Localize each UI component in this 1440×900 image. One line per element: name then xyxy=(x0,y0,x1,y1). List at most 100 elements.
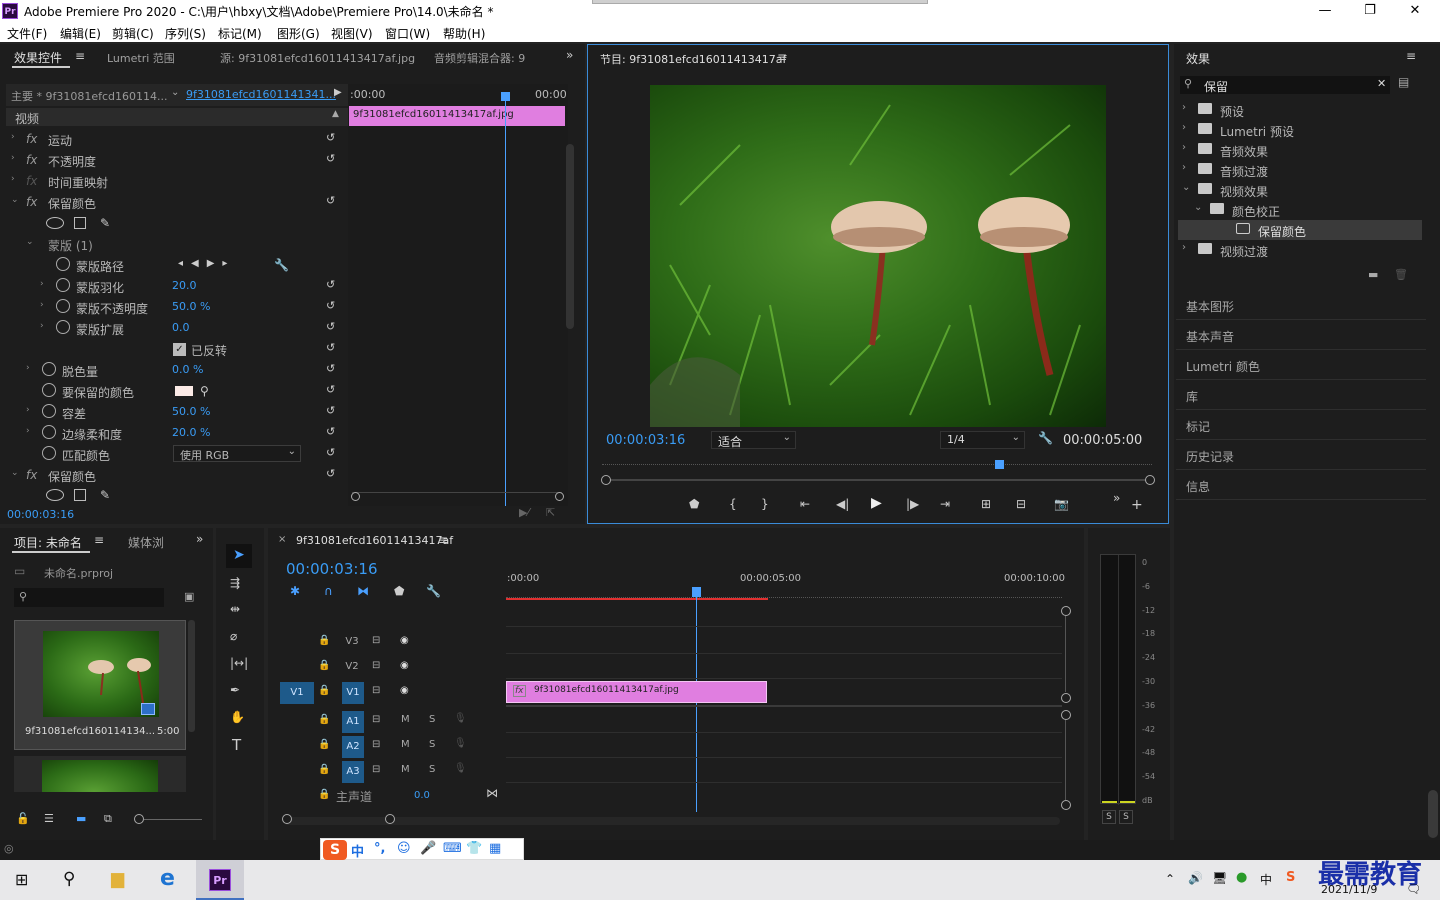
export-icon[interactable]: ⇱ xyxy=(546,506,555,519)
reset-icon[interactable]: ↺ xyxy=(326,467,340,481)
effects-menu-icon[interactable]: ≡ xyxy=(1406,49,1416,63)
effects-tree-item[interactable]: 保留颜色 xyxy=(1178,220,1422,240)
reset-icon[interactable]: ↺ xyxy=(326,362,340,376)
ime-item[interactable]: ⌨ xyxy=(443,841,462,856)
ec-zoom-bar[interactable] xyxy=(352,492,562,498)
effects-tree-item[interactable]: ⌄ 视频效果 xyxy=(1178,180,1422,200)
effects-search-input[interactable]: 保留 xyxy=(1204,78,1228,95)
clip-select[interactable]: 9f31081efcd1601141341... xyxy=(186,88,336,101)
microphone-icon[interactable]: 🎙 xyxy=(454,713,467,724)
sync-lock-icon[interactable]: ⊟ xyxy=(372,685,380,696)
track-a1[interactable]: 🔒 A1 ⊟ M S 🎙 xyxy=(280,709,505,733)
reset-icon[interactable]: ↺ xyxy=(326,383,340,397)
stopwatch-icon[interactable] xyxy=(42,404,56,418)
chevron-right-icon[interactable]: › xyxy=(1182,162,1186,173)
close-tab-icon[interactable]: × xyxy=(278,534,286,545)
ec-playhead[interactable] xyxy=(505,94,506,506)
project-item-card-2[interactable] xyxy=(14,756,186,792)
go-to-in-icon[interactable]: ⇤ xyxy=(800,497,810,511)
program-playhead[interactable] xyxy=(995,460,1004,469)
zoom-slider[interactable] xyxy=(144,819,202,820)
nest-icon[interactable]: ✱ xyxy=(290,584,300,598)
network-icon[interactable]: 🖥 xyxy=(1212,871,1227,885)
menu-edit[interactable]: 编辑(E) xyxy=(60,25,101,42)
stopwatch-icon[interactable] xyxy=(42,383,56,397)
effects-tree-item[interactable]: › Lumetri 预设 xyxy=(1178,120,1422,140)
rectangle-mask-icon[interactable] xyxy=(74,217,86,229)
ime-item[interactable]: 🎤 xyxy=(420,841,436,856)
tab-lumetri-scopes[interactable]: Lumetri 范围 xyxy=(107,50,175,66)
eye-icon[interactable]: ◉ xyxy=(400,685,409,696)
mask-row[interactable]: ⌄ 蒙版 (1) xyxy=(8,234,346,254)
chevron-right-icon[interactable]: › xyxy=(1182,102,1186,113)
chevron-down-icon[interactable]: ⌄ xyxy=(171,87,179,98)
volume-icon[interactable]: 🔊 xyxy=(1188,871,1203,885)
reset-icon[interactable]: ↺ xyxy=(326,446,340,460)
effect-row-keep-color[interactable]: ⌄ fx 保留颜色 ↺ xyxy=(8,192,346,212)
track-a2[interactable]: 🔒 A2 ⊟ M S 🎙 xyxy=(280,734,505,758)
export-frame-icon[interactable]: 📷 xyxy=(1054,497,1069,511)
ellipse-mask-icon[interactable] xyxy=(46,217,64,229)
sogou-tray-icon[interactable]: S xyxy=(1286,870,1295,885)
microphone-icon[interactable]: 🎙 xyxy=(454,763,467,774)
taskbar-premiere[interactable]: Pr xyxy=(196,860,244,900)
program-menu-icon[interactable]: ≡ xyxy=(777,50,787,64)
solo-right-button[interactable]: S xyxy=(1119,810,1133,824)
maximize-button[interactable]: ❐ xyxy=(1347,0,1393,22)
rectangle-mask-icon[interactable] xyxy=(74,489,86,501)
timeline-clip[interactable]: fx 9f31081efcd16011413417af.jpg xyxy=(506,681,767,703)
eye-icon[interactable]: ◉ xyxy=(400,660,409,671)
tab-audio-clip-mixer[interactable]: 音频剪辑混合器: 9 xyxy=(434,50,544,66)
tab-media-browser[interactable]: 媒体浏 xyxy=(128,534,164,551)
more-tabs-icon[interactable]: » xyxy=(566,48,573,62)
resolution-select[interactable]: 1/4 ⌄ xyxy=(940,431,1025,449)
chevron-right-icon[interactable]: › xyxy=(1182,122,1186,133)
reset-icon[interactable]: ↺ xyxy=(326,278,340,292)
reset-icon[interactable]: ↺ xyxy=(326,320,340,334)
tab-source[interactable]: 源: 9f31081efcd16011413417af.jpg xyxy=(220,50,415,66)
mute-button[interactable]: M xyxy=(401,739,410,750)
step-back-icon[interactable]: ◀| xyxy=(836,497,849,511)
panel-markers[interactable]: 标记 xyxy=(1176,410,1426,440)
tab-effect-controls[interactable]: 效果控件 xyxy=(14,49,62,66)
effects-tree-item[interactable]: ⌄ 颜色校正 xyxy=(1178,200,1422,220)
track-v1-label[interactable]: V1 xyxy=(342,682,364,704)
hand-tool[interactable]: ✋ xyxy=(230,710,245,724)
extract-icon[interactable]: ⊟ xyxy=(1016,497,1026,511)
sync-lock-icon[interactable]: ⊟ xyxy=(372,739,380,750)
microphone-icon[interactable]: 🎙 xyxy=(454,738,467,749)
razor-tool[interactable]: ⌀ xyxy=(230,629,237,643)
track-v3[interactable]: 🔒 V3 ⊟ ◉ xyxy=(280,630,505,654)
chevron-right-icon[interactable]: › xyxy=(1182,142,1186,153)
track-label[interactable]: A1 xyxy=(342,711,364,733)
menu-graphics[interactable]: 图形(G) xyxy=(277,25,320,42)
reset-icon[interactable]: ↺ xyxy=(326,194,340,208)
panel-info[interactable]: 信息 xyxy=(1176,470,1426,500)
mark-in-icon[interactable]: { xyxy=(729,497,737,511)
program-ruler[interactable] xyxy=(602,455,1152,465)
track-a3[interactable]: 🔒 A3 ⊟ M S 🎙 xyxy=(280,759,505,783)
track-v2[interactable]: 🔒 V2 ⊟ ◉ xyxy=(280,655,505,679)
source-patch-v1[interactable]: V1 xyxy=(280,682,314,704)
menu-file[interactable]: 文件(F) xyxy=(7,25,47,42)
reset-icon[interactable]: ↺ xyxy=(326,341,340,355)
new-bin-icon[interactable]: ▤ xyxy=(1398,75,1409,89)
add-marker-icon[interactable]: ⬟ xyxy=(689,497,699,511)
solo-button[interactable]: S xyxy=(429,764,435,775)
ec-timeline[interactable]: :00:00 00:00 9f31081efcd16011413417af.jp… xyxy=(348,84,568,506)
effects-tree-item[interactable]: › 视频过渡 xyxy=(1178,240,1422,260)
wrench-icon[interactable]: 🔧 xyxy=(1038,431,1053,445)
solo-button[interactable]: S xyxy=(429,714,435,725)
lock-icon[interactable]: 🔒 xyxy=(318,739,330,750)
stopwatch-icon[interactable] xyxy=(56,299,70,313)
wrench-icon[interactable]: 🔧 xyxy=(274,258,289,272)
program-timecode[interactable]: 00:00:03:16 xyxy=(606,433,685,448)
sync-lock-icon[interactable]: ⊟ xyxy=(372,764,380,775)
effects-tree-item[interactable]: › 音频过渡 xyxy=(1178,160,1422,180)
stopwatch-icon[interactable] xyxy=(42,362,56,376)
edge-softness-value[interactable]: 20.0 % xyxy=(172,426,210,439)
track-v2-label[interactable]: V2 xyxy=(342,661,362,675)
tolerance-value[interactable]: 50.0 % xyxy=(172,405,210,418)
linked-selection-icon[interactable]: ⧓ xyxy=(357,584,369,598)
track-master[interactable]: 🔒 主声道 0.0 ⋈ xyxy=(280,784,505,808)
